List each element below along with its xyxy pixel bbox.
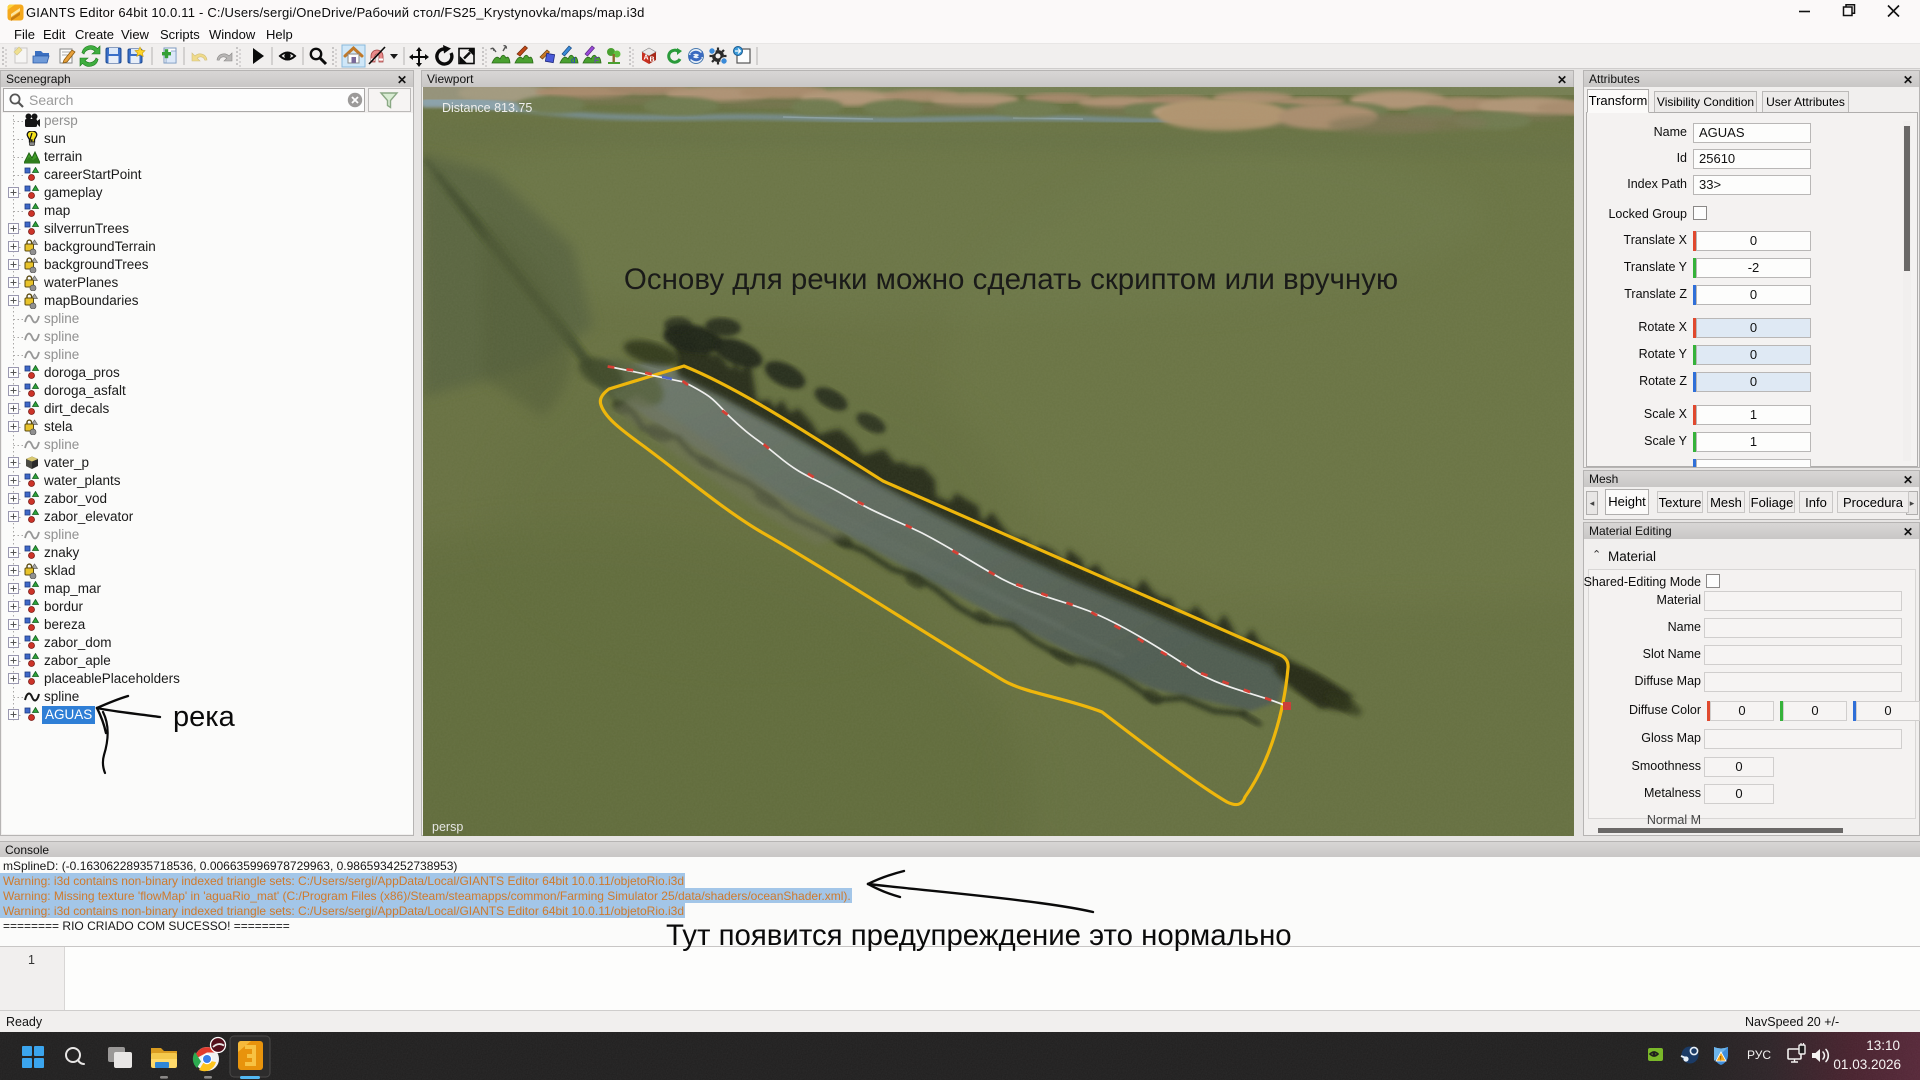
- svg-text:01.03.2026: 01.03.2026: [1833, 1057, 1901, 1072]
- svg-text:13:10: 13:10: [1866, 1038, 1900, 1053]
- svg-text:РУС: РУС: [1747, 1048, 1771, 1062]
- svg-text:!: !: [1720, 1057, 1722, 1063]
- svg-text:B: B: [650, 57, 655, 64]
- svg-text:A: A: [644, 55, 649, 62]
- svg-text:d: d: [571, 56, 575, 65]
- svg-text:F: F: [594, 56, 599, 65]
